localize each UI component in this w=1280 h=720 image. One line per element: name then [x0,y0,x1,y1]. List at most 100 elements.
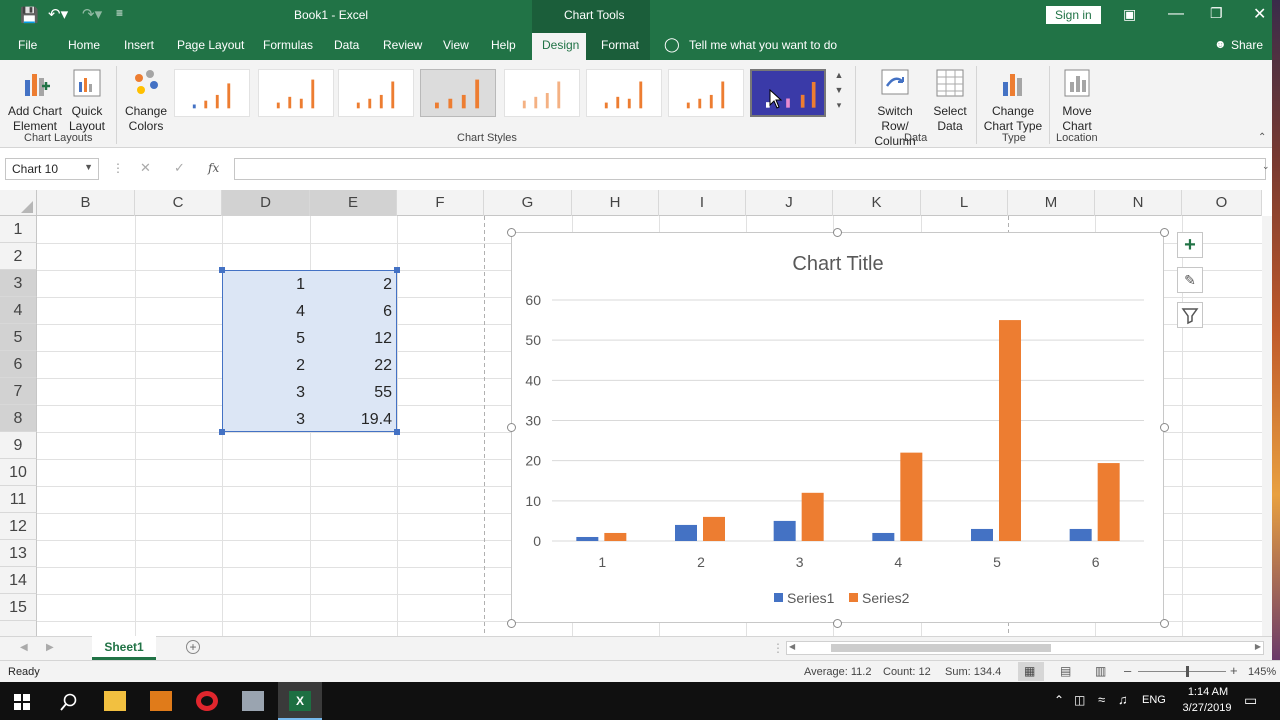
select-data-button[interactable]: Select Data [930,68,970,134]
customize-qat-icon[interactable]: ≡ [116,6,123,20]
row-header[interactable]: 10 [0,459,37,486]
chart-style-6[interactable] [586,69,662,117]
page-break-view-icon[interactable]: ▥ [1095,664,1106,678]
undo-icon[interactable]: ↶▾ [48,5,68,23]
column-header-f[interactable]: F [397,190,484,216]
row-header[interactable]: 14 [0,567,37,594]
column-header-h[interactable]: H [572,190,659,216]
select-all-corner[interactable] [0,190,37,216]
cell-d5[interactable]: 5 [222,325,310,352]
resize-handle[interactable] [1160,228,1169,237]
column-header-k[interactable]: K [833,190,921,216]
row-header[interactable] [0,621,37,636]
cell-d3[interactable]: 1 [222,271,310,298]
column-header-j[interactable]: J [746,190,833,216]
tab-split-grip-icon[interactable]: ⋮ [772,641,784,655]
row-header[interactable]: 13 [0,540,37,567]
scroll-left-icon[interactable]: ◀ [789,642,795,651]
chart-area[interactable]: Chart Title 0 10 20 30 40 50 60 1 2 3 4 5 6 Series1 Ser… [511,232,1164,623]
cell-e5[interactable]: 12 [310,325,397,352]
tab-file[interactable]: File [18,38,37,52]
zoom-out-button[interactable]: – [1124,663,1131,678]
wifi-icon[interactable]: ≈ [1098,692,1105,707]
move-chart-button[interactable]: Move Chart [1056,68,1098,134]
volume-icon[interactable]: ♫ [1118,692,1128,707]
row-header[interactable]: 9 [0,432,37,459]
row-header[interactable]: 15 [0,594,37,621]
row-header[interactable]: 5 [0,324,37,351]
search-icon[interactable] [60,693,78,711]
tab-insert[interactable]: Insert [124,38,154,52]
column-header-i[interactable]: I [659,190,746,216]
notifications-icon[interactable]: ▭ [1244,692,1257,709]
row-header[interactable]: 1 [0,216,37,243]
tab-review[interactable]: Review [383,38,422,52]
column-header-m[interactable]: M [1008,190,1095,216]
excel-taskbar-button[interactable]: X [278,682,322,720]
scroll-right-icon[interactable]: ▶ [1255,642,1261,651]
collapse-ribbon-icon[interactable]: ⌃ [1258,130,1266,145]
new-sheet-button[interactable]: + [186,640,200,654]
change-colors-button[interactable]: Change Colors [122,68,170,134]
chart-style-3[interactable] [338,69,414,117]
opera-icon[interactable] [196,691,218,711]
name-box-dropdown-icon[interactable]: ▼ [84,162,93,172]
show-hidden-icons[interactable]: ⌃ [1054,693,1064,707]
tab-data[interactable]: Data [334,38,359,52]
page-layout-view-icon[interactable]: ▤ [1060,664,1071,678]
row-header[interactable]: 2 [0,243,37,270]
scrollbar-thumb[interactable] [831,644,1051,652]
column-header-o[interactable]: O [1182,190,1262,216]
zoom-slider[interactable] [1138,671,1226,672]
minimize-icon[interactable]: — [1168,5,1184,23]
chart-style-5[interactable] [504,69,580,117]
clock-date[interactable]: 3/27/2019 [1176,702,1238,714]
column-header-c[interactable]: C [135,190,222,216]
row-header[interactable]: 8 [0,405,37,432]
horizontal-scrollbar[interactable]: ◀ ▶ [786,641,1264,655]
tab-home[interactable]: Home [68,38,100,52]
confirm-entry-icon[interactable]: ✓ [174,160,185,176]
chart-elements-button[interactable]: + [1177,232,1203,258]
chart-filters-button[interactable] [1177,302,1203,328]
resize-handle[interactable] [833,228,842,237]
column-header-l[interactable]: L [921,190,1008,216]
normal-view-button[interactable]: ▦ [1018,662,1044,681]
vertical-scrollbar[interactable] [1262,216,1272,636]
tab-view[interactable]: View [443,38,469,52]
cell-d4[interactable]: 4 [222,298,310,325]
tell-me-search[interactable]: Tell me what you want to do [689,38,837,52]
chart-style-2[interactable] [258,69,334,117]
tab-design[interactable]: Design [542,38,579,52]
windows-start-icon[interactable] [14,694,30,710]
resize-handle[interactable] [1160,619,1169,628]
restore-icon[interactable]: ❐ [1210,5,1223,22]
cell-e8[interactable]: 19.4 [310,406,397,433]
add-chart-element-button[interactable]: Add Chart Element [6,68,64,134]
column-header-e[interactable]: E [310,190,397,216]
resize-handle[interactable] [833,619,842,628]
cell-d8[interactable]: 3 [222,406,310,433]
cell-e3[interactable]: 2 [310,271,397,298]
sublime-text-icon[interactable] [150,691,172,711]
gallery-scroll[interactable]: ▲ ▼ ▾ [833,68,845,113]
row-header[interactable]: 4 [0,297,37,324]
cancel-entry-icon[interactable]: ✕ [140,160,151,176]
column-header-g[interactable]: G [484,190,572,216]
tab-help[interactable]: Help [491,38,516,52]
cell-e4[interactable]: 6 [310,298,397,325]
chart-style-7[interactable] [668,69,744,117]
next-sheet-icon[interactable]: ▶ [46,642,54,653]
file-explorer-icon[interactable] [104,691,126,711]
cell-d7[interactable]: 3 [222,379,310,406]
save-icon[interactable]: 💾 [20,6,39,24]
app-icon[interactable] [242,691,264,711]
row-header[interactable]: 12 [0,513,37,540]
column-header-b[interactable]: B [37,190,135,216]
cell-e6[interactable]: 22 [310,352,397,379]
share-button[interactable]: Share [1231,38,1263,52]
chart-style-4[interactable] [420,69,496,117]
zoom-in-button[interactable]: + [1230,663,1238,678]
ribbon-display-icon[interactable]: ▣ [1123,6,1136,23]
cell-d6[interactable]: 2 [222,352,310,379]
